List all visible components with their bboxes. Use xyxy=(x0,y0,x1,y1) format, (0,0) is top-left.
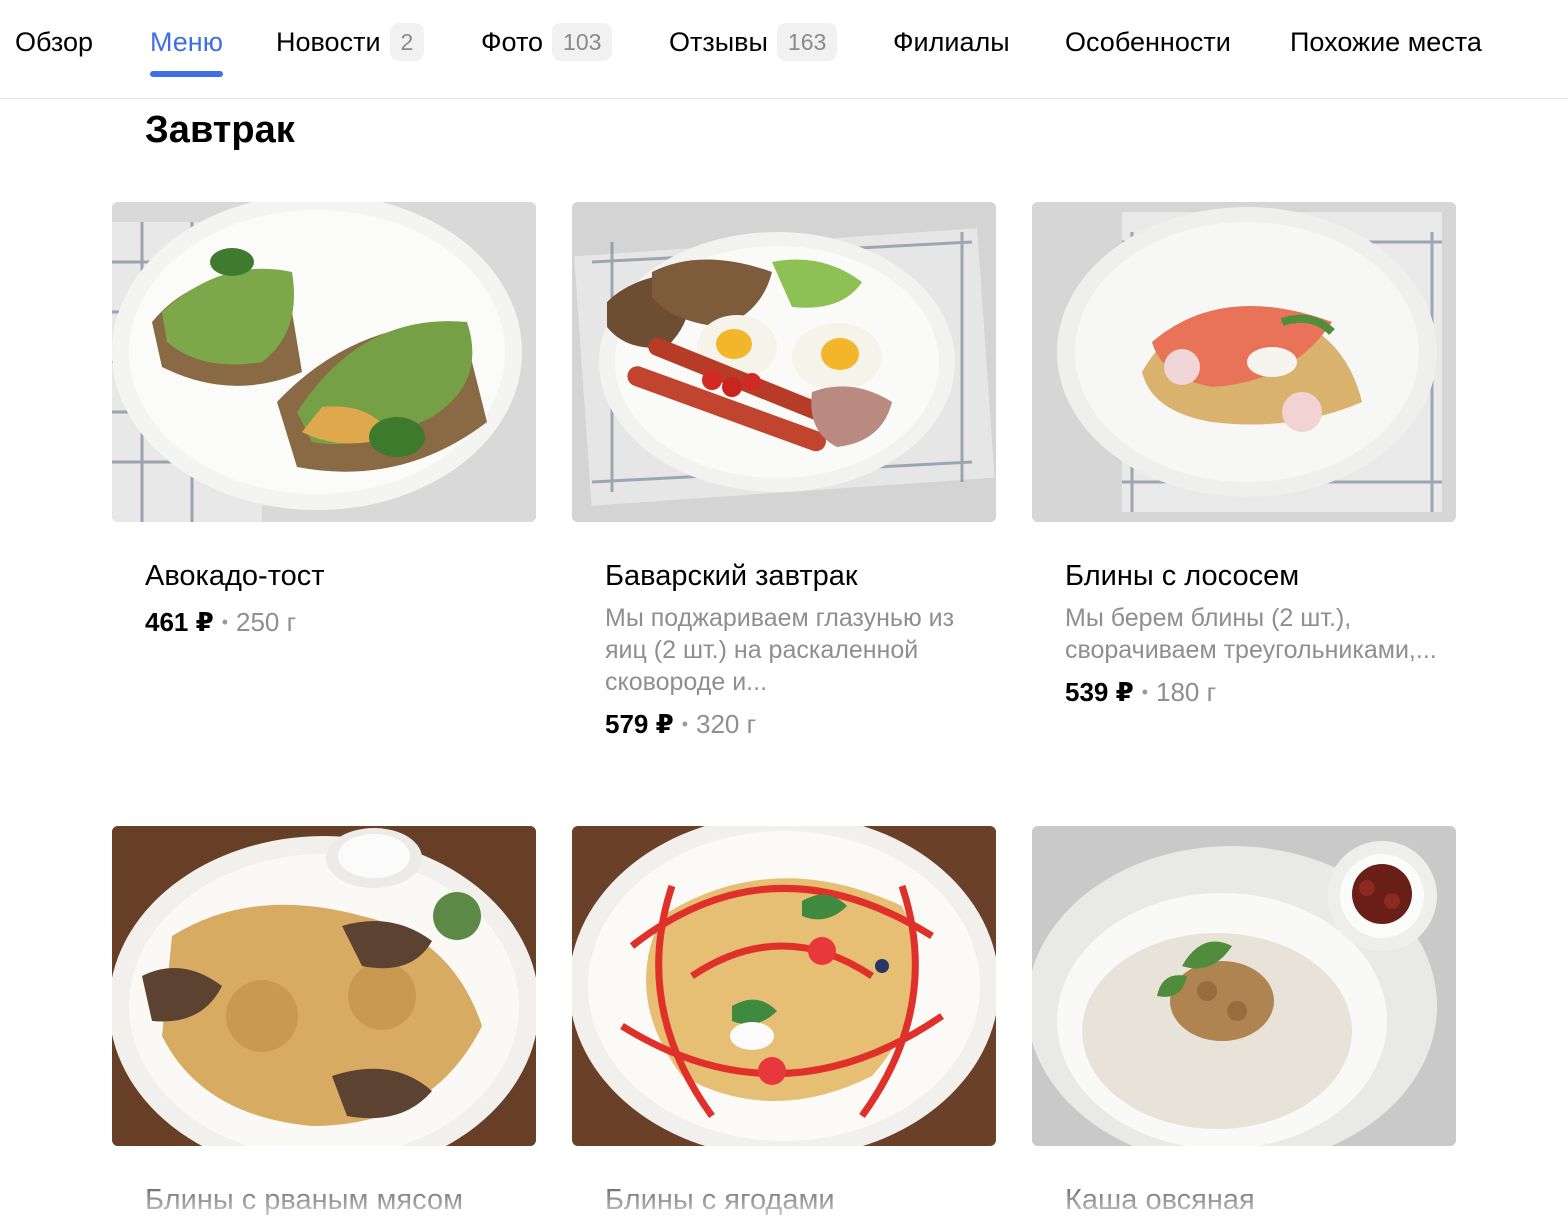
tab-label: Обзор xyxy=(15,27,93,57)
dish-price: 579 ₽ xyxy=(605,709,674,739)
separator-dot: • xyxy=(1141,682,1149,702)
tab-bar: Обзор Меню Новости 2 Фото 103 Отзывы 163… xyxy=(0,0,1568,99)
tab-branches[interactable]: Филиалы xyxy=(893,0,1010,98)
dish-price: 461 ₽ xyxy=(145,607,214,637)
dish-photo[interactable] xyxy=(1032,826,1456,1146)
dish-photo[interactable] xyxy=(572,826,996,1146)
menu-item-card[interactable]: Блины с ягодами xyxy=(572,826,996,1220)
dish-weight: 250 г xyxy=(236,607,297,637)
dish-description: Мы берем блины (2 шт.), сворачиваем треу… xyxy=(1065,604,1437,664)
dish-name: Блины с рваным мясом xyxy=(145,1184,464,1216)
dish-photo[interactable] xyxy=(112,826,536,1146)
tab-photos[interactable]: Фото 103 xyxy=(481,0,613,98)
separator-dot: • xyxy=(681,714,689,734)
tab-similar-places[interactable]: Похожие места xyxy=(1290,0,1482,98)
dish-name: Каша овсяная xyxy=(1065,1184,1255,1216)
tab-count-badge: 2 xyxy=(389,23,425,61)
tab-reviews[interactable]: Отзывы 163 xyxy=(669,0,838,98)
dish-weight: 320 г xyxy=(696,709,757,739)
menu-item-card[interactable]: Авокадо-тост 461 ₽ • 250 г xyxy=(112,202,536,640)
menu-item-card[interactable]: Блины с лососем Мы берем блины (2 шт.), … xyxy=(1032,202,1456,710)
tab-label: Похожие места xyxy=(1290,27,1482,57)
price-row: 539 ₽ • 180 г xyxy=(1065,674,1456,710)
active-tab-indicator xyxy=(150,71,223,77)
tab-label: Отзывы xyxy=(669,27,768,57)
price-row: 579 ₽ • 320 г xyxy=(605,706,996,742)
tab-features[interactable]: Особенности xyxy=(1065,0,1231,98)
dish-description: Мы поджариваем глазунью из яиц (2 шт.) н… xyxy=(605,604,955,696)
menu-item-card[interactable]: Баварский завтрак Мы поджариваем глазунь… xyxy=(572,202,996,742)
separator-dot: • xyxy=(221,612,229,632)
tab-count-badge: 163 xyxy=(776,23,838,61)
dish-photo[interactable] xyxy=(1032,202,1456,522)
tab-count-badge: 103 xyxy=(552,23,613,61)
dish-name: Блины с ягодами xyxy=(605,1184,835,1216)
tab-label: Меню xyxy=(150,27,223,57)
dish-name: Авокадо-тост xyxy=(145,560,325,592)
section-title: Завтрак xyxy=(145,109,295,151)
menu-item-card[interactable]: Блины с рваным мясом xyxy=(112,826,536,1220)
dish-weight: 180 г xyxy=(1156,677,1217,707)
dish-name: Блины с лососем xyxy=(1065,560,1300,592)
tab-label: Фото xyxy=(481,27,544,57)
dish-price: 539 ₽ xyxy=(1065,677,1134,707)
tab-news[interactable]: Новости 2 xyxy=(276,0,425,98)
price-row: 461 ₽ • 250 г xyxy=(145,604,536,640)
menu-item-card[interactable]: Каша овсяная xyxy=(1032,826,1456,1220)
tab-overview[interactable]: Обзор xyxy=(15,0,93,98)
tab-label: Новости xyxy=(276,27,381,57)
tab-label: Особенности xyxy=(1065,27,1231,57)
tab-menu[interactable]: Меню xyxy=(150,0,223,98)
tab-label: Филиалы xyxy=(893,27,1010,57)
dish-photo[interactable] xyxy=(112,202,536,522)
dish-name: Баварский завтрак xyxy=(605,560,858,592)
dish-photo[interactable] xyxy=(572,202,996,522)
